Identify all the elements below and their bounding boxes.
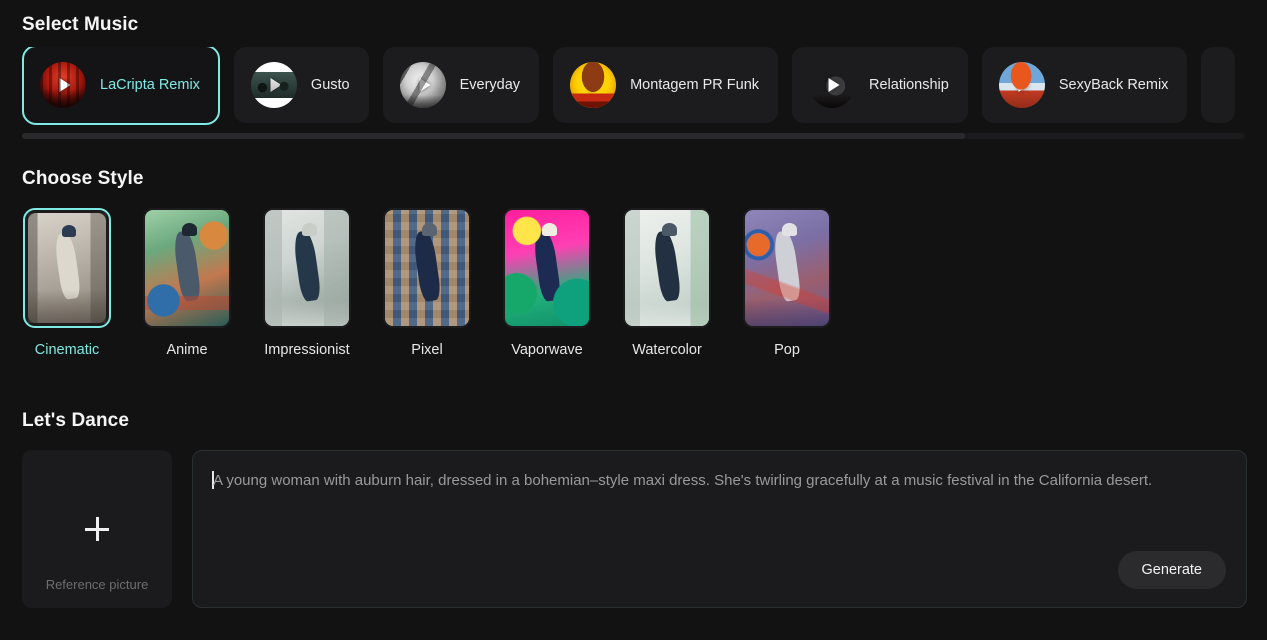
style-thumbnail-pop[interactable] bbox=[743, 208, 831, 328]
app-root: Select Music LaCripta Remix Gusto Everyd… bbox=[0, 0, 1267, 640]
style-option-pop[interactable]: Pop bbox=[742, 208, 832, 358]
album-cover-relationship bbox=[809, 62, 856, 108]
plus-icon[interactable] bbox=[85, 517, 109, 541]
music-card-montagem-pr-funk[interactable]: Montagem PR Funk bbox=[553, 47, 779, 123]
style-option-label: Anime bbox=[166, 342, 208, 358]
album-cover-gusto bbox=[250, 62, 297, 108]
music-card-label: LaCripta Remix bbox=[100, 77, 200, 93]
style-option-label: Pop bbox=[774, 342, 800, 358]
style-option-vaporwave[interactable]: Vaporwave bbox=[502, 208, 592, 358]
music-carousel-scrollbar[interactable] bbox=[22, 133, 1245, 139]
style-artwork bbox=[625, 210, 709, 326]
style-option-label: Pixel bbox=[411, 342, 443, 358]
play-icon[interactable] bbox=[828, 78, 840, 92]
play-icon[interactable] bbox=[1018, 78, 1030, 92]
style-option-pixel[interactable]: Pixel bbox=[382, 208, 472, 358]
music-card-next-partial[interactable] bbox=[1201, 47, 1236, 123]
music-card-sexyback-remix[interactable]: SexyBack Remix bbox=[981, 47, 1188, 123]
reference-picture-upload[interactable]: Reference picture bbox=[22, 450, 172, 608]
music-card-gusto[interactable]: Gusto bbox=[233, 47, 369, 123]
generate-button[interactable]: Generate bbox=[1117, 551, 1226, 589]
music-card-lacripta-remix[interactable]: LaCripta Remix bbox=[22, 47, 220, 125]
prompt-input-container[interactable]: A young woman with auburn hair, dressed … bbox=[192, 450, 1247, 608]
music-carousel[interactable]: LaCripta Remix Gusto Everyday Montagem P… bbox=[0, 47, 1267, 141]
music-card-label: Relationship bbox=[869, 77, 949, 93]
music-card-list: LaCripta Remix Gusto Everyday Montagem P… bbox=[0, 47, 1267, 141]
album-cover-sexyback-remix bbox=[998, 62, 1045, 108]
music-card-label: Montagem PR Funk bbox=[630, 77, 760, 93]
style-artwork bbox=[265, 210, 349, 326]
style-artwork bbox=[28, 213, 106, 323]
style-thumbnail-cinematic[interactable] bbox=[23, 208, 111, 328]
style-option-label: Cinematic bbox=[34, 342, 100, 358]
play-icon[interactable] bbox=[59, 78, 71, 92]
play-icon[interactable] bbox=[589, 78, 601, 92]
scrollbar-thumb[interactable] bbox=[22, 133, 965, 139]
music-card-label: SexyBack Remix bbox=[1058, 77, 1169, 93]
style-option-watercolor[interactable]: Watercolor bbox=[622, 208, 712, 358]
style-thumbnail-anime[interactable] bbox=[143, 208, 231, 328]
select-music-heading: Select Music bbox=[22, 14, 139, 35]
album-cover-everyday bbox=[399, 62, 446, 108]
music-card-everyday[interactable]: Everyday bbox=[382, 47, 540, 123]
play-icon[interactable] bbox=[419, 78, 431, 92]
style-thumbnail-watercolor[interactable] bbox=[623, 208, 711, 328]
album-cover-montagem-pr-funk bbox=[570, 62, 617, 108]
play-icon[interactable] bbox=[270, 78, 282, 92]
music-card-label: Everyday bbox=[459, 77, 521, 93]
style-option-label: Watercolor bbox=[632, 342, 702, 358]
lets-dance-heading: Let's Dance bbox=[22, 410, 129, 431]
prompt-input[interactable]: A young woman with auburn hair, dressed … bbox=[213, 470, 1220, 492]
style-artwork bbox=[145, 210, 229, 326]
style-artwork bbox=[745, 210, 829, 326]
style-artwork bbox=[505, 210, 589, 326]
style-option-impressionist[interactable]: Impressionist bbox=[262, 208, 352, 358]
style-option-list: Cinematic Anime Impressionist Pixel Vapo… bbox=[22, 208, 832, 358]
style-thumbnail-impressionist[interactable] bbox=[263, 208, 351, 328]
style-option-label: Vaporwave bbox=[511, 342, 583, 358]
music-card-label: Gusto bbox=[310, 77, 350, 93]
music-card-relationship[interactable]: Relationship bbox=[792, 47, 968, 123]
reference-picture-label: Reference picture bbox=[45, 577, 149, 592]
album-cover-lacripta-remix bbox=[40, 62, 86, 108]
style-thumbnail-vaporwave[interactable] bbox=[503, 208, 591, 328]
choose-style-heading: Choose Style bbox=[22, 168, 144, 189]
style-option-cinematic[interactable]: Cinematic bbox=[22, 208, 112, 358]
style-thumbnail-pixel[interactable] bbox=[383, 208, 471, 328]
style-option-anime[interactable]: Anime bbox=[142, 208, 232, 358]
style-artwork bbox=[385, 210, 469, 326]
style-option-label: Impressionist bbox=[264, 342, 350, 358]
